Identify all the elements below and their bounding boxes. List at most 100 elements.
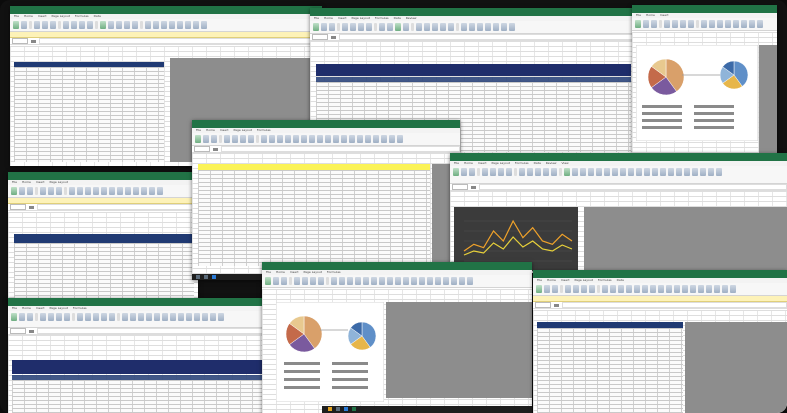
tab-page-layout[interactable]: Page Layout — [50, 306, 68, 311]
tab-data[interactable]: Data — [617, 278, 624, 283]
tab-file[interactable]: File — [454, 161, 459, 166]
ribbon-toolbar[interactable] — [8, 185, 198, 198]
tab-file[interactable]: File — [314, 16, 319, 21]
tab-insert[interactable]: Insert — [38, 14, 47, 19]
tab-home[interactable]: Home — [24, 14, 33, 19]
spreadsheet-window-i: File Home Insert Page Layout Formulas Da… — [533, 270, 787, 413]
tab-formulas[interactable]: Formulas — [598, 278, 612, 283]
ribbon-toolbar[interactable] — [192, 133, 460, 146]
tab-formulas[interactable]: Formulas — [257, 128, 271, 133]
tab-formulas[interactable]: Formulas — [75, 14, 89, 19]
tab-insert[interactable]: Insert — [36, 306, 45, 311]
tab-review[interactable]: Review — [546, 161, 557, 166]
fx-icon — [331, 35, 336, 39]
tab-home[interactable]: Home — [324, 16, 333, 21]
pie-chart-right — [719, 60, 749, 90]
tab-home[interactable]: Home — [22, 306, 31, 311]
tab-file[interactable]: File — [196, 128, 201, 133]
title-bar — [310, 8, 635, 16]
tab-formulas[interactable]: Formulas — [515, 161, 529, 166]
tab-page-layout[interactable]: Page Layout — [575, 278, 593, 283]
formula-bar[interactable] — [450, 184, 787, 191]
tab-formulas[interactable]: Formulas — [327, 270, 341, 275]
screenshot-collage: File Home Insert Page Layout Formulas Da… — [0, 0, 787, 413]
fx-icon — [29, 205, 34, 209]
tab-data[interactable]: Data — [94, 14, 101, 19]
fx-icon — [471, 185, 476, 189]
tab-home[interactable]: Home — [464, 161, 473, 166]
tab-home[interactable]: Home — [206, 128, 215, 133]
ribbon-toolbar[interactable] — [262, 275, 532, 288]
tab-file[interactable]: File — [537, 278, 542, 283]
tab-file[interactable]: File — [266, 270, 271, 275]
tab-home[interactable]: Home — [547, 278, 556, 283]
tab-page-layout[interactable]: Page Layout — [50, 180, 68, 185]
ribbon-toolbar[interactable] — [450, 166, 787, 184]
tab-insert[interactable]: Insert — [478, 161, 487, 166]
tab-insert[interactable]: Insert — [660, 13, 669, 18]
formula-bar[interactable] — [8, 204, 198, 211]
tab-formulas[interactable]: Formulas — [73, 306, 87, 311]
tab-insert[interactable]: Insert — [36, 180, 45, 185]
tab-home[interactable]: Home — [646, 13, 655, 18]
tab-insert[interactable]: Insert — [561, 278, 570, 283]
formula-bar[interactable] — [8, 328, 276, 335]
tab-page-layout[interactable]: Page Layout — [492, 161, 510, 166]
title-bar — [533, 270, 787, 278]
ribbon-toolbar[interactable] — [632, 18, 777, 31]
tab-page-layout[interactable]: Page Layout — [352, 16, 370, 21]
fx-icon — [29, 329, 34, 333]
tab-home[interactable]: Home — [276, 270, 285, 275]
tab-data[interactable]: Data — [394, 16, 401, 21]
ribbon-toolbar[interactable] — [10, 19, 322, 32]
formula-bar[interactable] — [192, 146, 460, 153]
title-bar — [450, 153, 787, 161]
tab-formulas[interactable]: Formulas — [375, 16, 389, 21]
empty-sheet-area — [386, 302, 532, 398]
pie-chart-right — [347, 321, 377, 351]
tab-insert[interactable]: Insert — [220, 128, 229, 133]
tab-page-layout[interactable]: Page Layout — [52, 14, 70, 19]
spreadsheet-window-e: File Home Insert Page Layout Formulas — [192, 120, 460, 280]
title-bar — [10, 6, 322, 14]
tab-view[interactable]: View — [562, 161, 569, 166]
tab-insert[interactable]: Insert — [290, 270, 299, 275]
empty-sheet-area — [584, 207, 787, 273]
tab-home[interactable]: Home — [22, 180, 31, 185]
tab-review[interactable]: Review — [406, 16, 417, 21]
fx-icon — [31, 39, 36, 43]
tab-page-layout[interactable]: Page Layout — [234, 128, 252, 133]
data-table — [198, 170, 430, 266]
title-bar — [262, 262, 532, 270]
tab-insert[interactable]: Insert — [338, 16, 347, 21]
report-title-banner — [12, 360, 270, 374]
tab-page-layout[interactable]: Page Layout — [304, 270, 322, 275]
title-bar — [8, 172, 198, 180]
spreadsheet-window-f: File Home Insert Page Layout Formulas Da… — [450, 153, 787, 273]
tab-file[interactable]: File — [12, 306, 17, 311]
pie-chart-panel — [276, 302, 384, 402]
title-bar — [192, 120, 460, 128]
ribbon-toolbar[interactable] — [310, 21, 635, 34]
spreadsheet-window-h: File Home Insert Page Layout Formulas — [262, 262, 532, 413]
tab-file[interactable]: File — [12, 180, 17, 185]
ribbon-toolbar[interactable] — [533, 283, 787, 296]
ribbon-toolbar[interactable] — [8, 311, 276, 328]
tab-data[interactable]: Data — [534, 161, 541, 166]
title-bar — [8, 298, 276, 306]
data-table — [537, 328, 683, 413]
pie-chart-left — [647, 58, 685, 96]
spreadsheet-window-g: File Home Insert Page Layout Formulas — [8, 298, 276, 413]
empty-sheet-area — [759, 45, 777, 153]
data-table — [14, 67, 164, 162]
tab-file[interactable]: File — [14, 14, 19, 19]
formula-bar[interactable] — [533, 302, 787, 309]
title-bar — [632, 5, 777, 13]
spreadsheet-window-c: File Home Insert — [632, 5, 777, 153]
formula-bar[interactable] — [10, 38, 322, 45]
tab-file[interactable]: File — [636, 13, 641, 18]
empty-sheet-area — [685, 322, 787, 413]
report-title-banner — [316, 64, 631, 76]
formula-bar[interactable] — [310, 34, 635, 41]
taskbar[interactable] — [322, 406, 532, 413]
